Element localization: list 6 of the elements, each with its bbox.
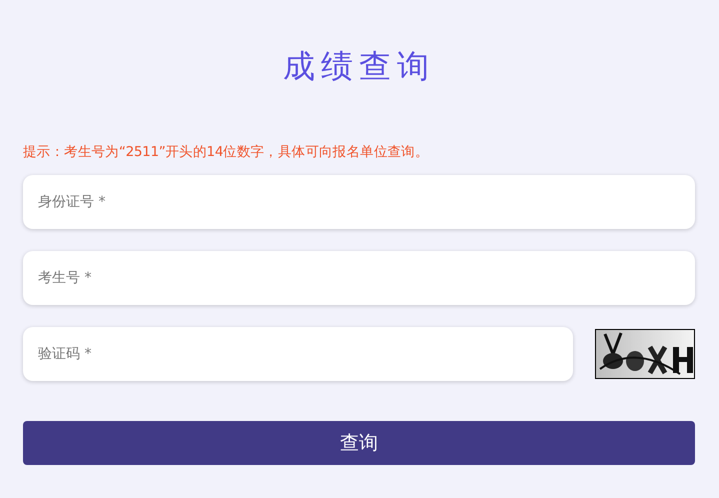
hint-text: 提示：考生号为“2511”开头的14位数字，具体可向报名单位查询。 (23, 143, 430, 161)
input-field[interactable]: 验证码 * (23, 327, 573, 381)
input-field[interactable]: 考生号 * (23, 251, 695, 305)
page-title: 成绩查询 (282, 46, 436, 87)
input-field[interactable]: 身份证号 * (23, 175, 695, 229)
submit-button[interactable]: 查询 (23, 421, 695, 465)
